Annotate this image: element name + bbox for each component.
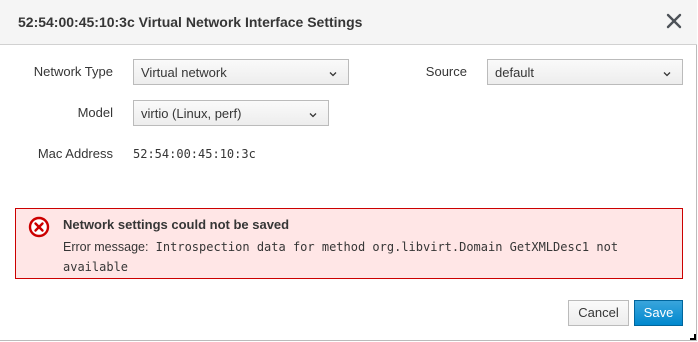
error-alert: Network settings could not be saved Erro… [15,208,683,279]
model-value: virtio (Linux, perf) [141,106,242,121]
save-button[interactable]: Save [634,300,683,326]
chevron-down-icon [662,67,672,77]
mac-address-label: Mac Address [37,146,113,161]
alert-message-prefix: Error message: [63,240,149,254]
alert-message: Error message: Introspection data for me… [63,237,663,277]
source-select[interactable]: default [487,59,683,85]
network-type-label: Network Type [33,64,113,79]
error-circle-icon [28,216,50,238]
network-type-select[interactable]: Virtual network [133,59,349,85]
alert-title: Network settings could not be saved [63,217,290,232]
network-interface-dialog: 52:54:00:45:10:3c Virtual Network Interf… [0,0,697,341]
source-value: default [495,65,535,80]
alert-message-line2: available [63,260,129,274]
dialog-header: 52:54:00:45:10:3c Virtual Network Interf… [0,0,697,45]
cancel-button[interactable]: Cancel [568,300,629,326]
resize-grip[interactable] [690,334,696,340]
dialog-title: 52:54:00:45:10:3c Virtual Network Interf… [18,14,363,30]
chevron-down-icon [328,67,338,77]
model-label: Model [77,105,113,120]
close-icon[interactable] [665,12,683,30]
network-type-value: Virtual network [141,65,227,80]
chevron-down-icon [308,108,318,118]
alert-message-line1: Introspection data for method org.libvir… [148,240,619,254]
model-select[interactable]: virtio (Linux, perf) [133,100,329,126]
source-label: Source [425,64,467,79]
mac-address-value: 52:54:00:45:10:3c [133,147,256,161]
